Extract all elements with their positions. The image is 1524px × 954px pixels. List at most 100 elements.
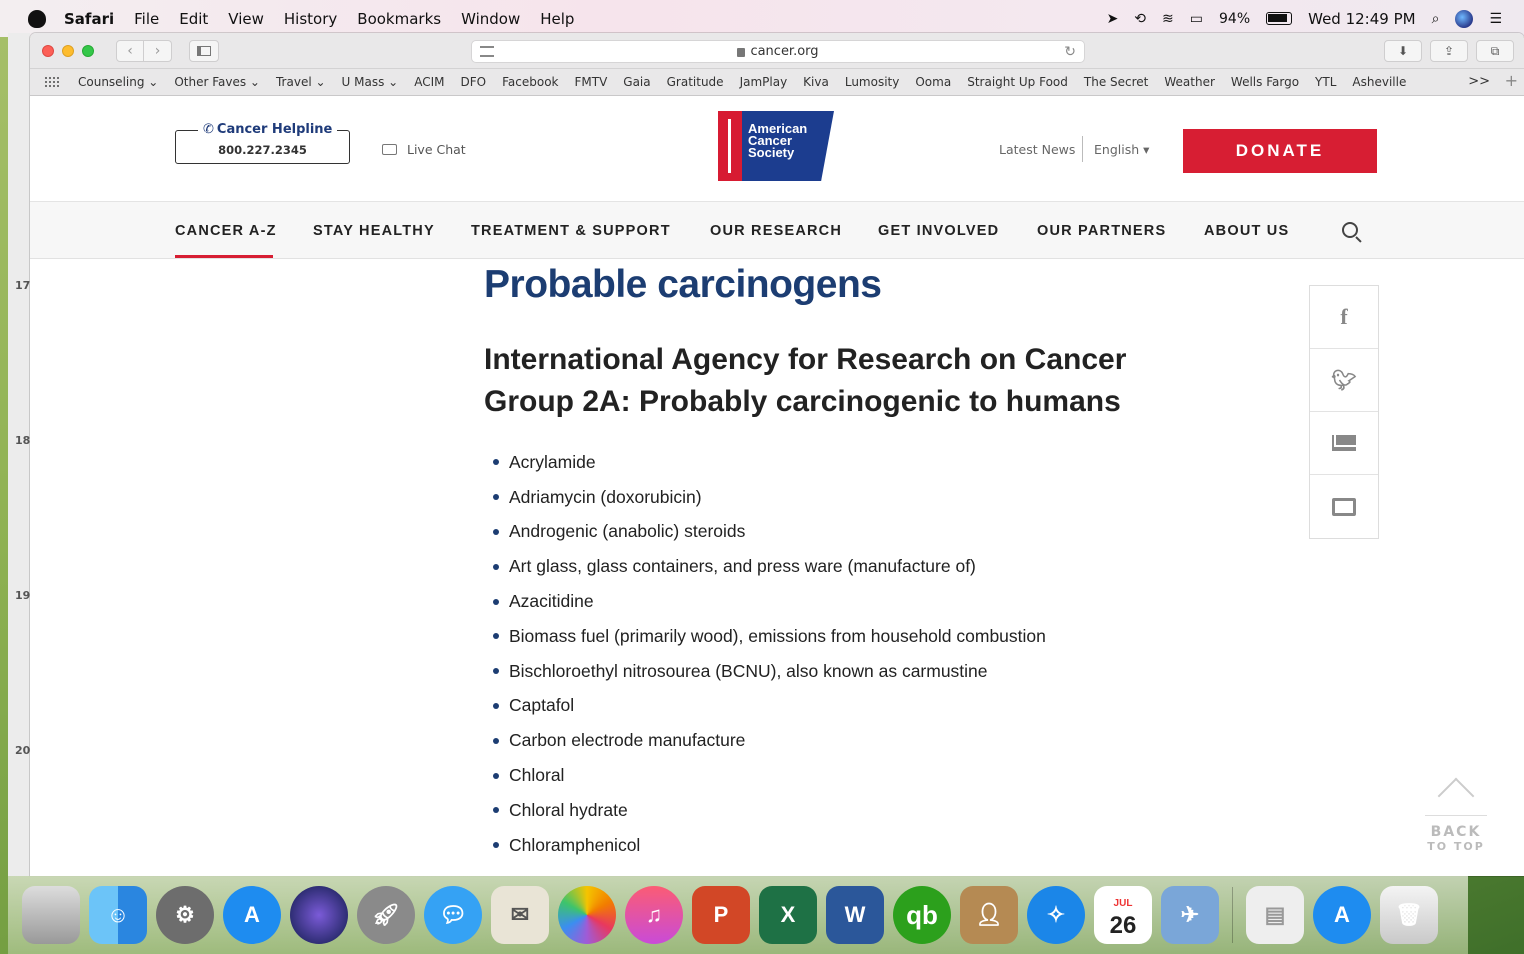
share-button[interactable]: ⇪: [1430, 40, 1468, 62]
live-chat-link[interactable]: Live Chat: [382, 142, 466, 157]
app-store-downloads-icon[interactable]: A: [1313, 886, 1371, 944]
nav-cancer-a-z[interactable]: CANCER A-Z: [175, 223, 277, 239]
mail-icon[interactable]: ✈: [1161, 886, 1219, 944]
favorite-item[interactable]: Counseling ⌄: [78, 75, 158, 89]
menu-file[interactable]: File: [134, 10, 159, 28]
favorite-item[interactable]: U Mass ⌄: [342, 75, 399, 89]
reader-view-icon[interactable]: [480, 46, 494, 57]
minimize-window-button[interactable]: [62, 44, 74, 57]
zoom-window-button[interactable]: [82, 44, 94, 57]
nav-our-research[interactable]: OUR RESEARCH: [710, 223, 842, 239]
favorite-item[interactable]: Weather: [1164, 75, 1215, 89]
url-text: cancer.org: [750, 44, 819, 59]
favorite-item[interactable]: Travel ⌄: [276, 75, 326, 89]
favorite-item[interactable]: Kiva: [803, 75, 829, 89]
facebook-share-button[interactable]: f: [1310, 286, 1378, 349]
favorites-overflow-button[interactable]: >>: [1468, 74, 1490, 89]
favorite-item[interactable]: JamPlay: [740, 75, 788, 89]
nav-treatment-support[interactable]: TREATMENT & SUPPORT: [471, 223, 671, 239]
downloads-button[interactable]: ⬇: [1384, 40, 1422, 62]
favorite-item[interactable]: Asheville: [1352, 75, 1406, 89]
contacts-icon[interactable]: 👤︎: [960, 886, 1018, 944]
calendar-icon[interactable]: JUL 26: [1094, 886, 1152, 944]
menu-clock[interactable]: Wed 12:49 PM: [1308, 10, 1415, 28]
quickbooks-icon[interactable]: qb: [893, 886, 951, 944]
document-stack-icon[interactable]: [22, 886, 80, 944]
sidebar-icon: [197, 45, 211, 56]
favorite-item[interactable]: ACIM: [414, 75, 444, 89]
battery-percent[interactable]: 94%: [1219, 11, 1250, 27]
spotlight-search-icon[interactable]: ⌕: [1432, 11, 1440, 27]
favorite-item[interactable]: Wells Fargo: [1231, 75, 1299, 89]
sidebar-toggle-button[interactable]: [189, 39, 219, 62]
nav-stay-healthy[interactable]: STAY HEALTHY: [313, 223, 435, 239]
apple-menu-icon[interactable]: [28, 9, 46, 28]
list-item-text: Carbon electrode manufacture: [509, 730, 746, 751]
document-icon[interactable]: ▤: [1246, 886, 1304, 944]
notification-center-icon[interactable]: ☰: [1489, 11, 1502, 27]
favorite-item[interactable]: FMTV: [574, 75, 607, 89]
favorite-item[interactable]: YTL: [1315, 75, 1336, 89]
siri-app-icon[interactable]: [290, 886, 348, 944]
search-icon[interactable]: [1342, 222, 1358, 238]
preview-icon[interactable]: ✉: [491, 886, 549, 944]
page-content: Probable carcinogens International Agenc…: [30, 259, 1524, 876]
favorite-item[interactable]: Lumosity: [845, 75, 900, 89]
cancer-helpline[interactable]: ✆ Cancer Helpline 800.227.2345: [175, 122, 350, 164]
email-share-button[interactable]: [1310, 412, 1378, 475]
launchpad-icon[interactable]: 🚀︎: [357, 886, 415, 944]
nav-our-partners[interactable]: OUR PARTNERS: [1037, 223, 1166, 239]
back-to-top-button[interactable]: BACK TO TOP: [1425, 771, 1487, 853]
favorite-item[interactable]: Gaia: [623, 75, 650, 89]
list-item: Azacitidine: [493, 584, 1046, 619]
forward-button[interactable]: ›: [144, 39, 172, 62]
reload-icon[interactable]: ↻: [1064, 44, 1076, 60]
menu-history[interactable]: History: [284, 10, 337, 28]
menu-edit[interactable]: Edit: [179, 10, 208, 28]
photos-icon[interactable]: [558, 886, 616, 944]
powerpoint-icon[interactable]: P: [692, 886, 750, 944]
app-store-icon[interactable]: A: [223, 886, 281, 944]
wifi-icon[interactable]: ≋: [1162, 11, 1174, 27]
menu-view[interactable]: View: [228, 10, 264, 28]
system-preferences-icon[interactable]: ⚙: [156, 886, 214, 944]
safari-dock-icon[interactable]: ✧: [1027, 886, 1085, 944]
nav-about-us[interactable]: ABOUT US: [1204, 223, 1289, 239]
favorite-item[interactable]: Ooma: [915, 75, 951, 89]
trash-icon[interactable]: 🗑︎: [1380, 886, 1438, 944]
donate-button[interactable]: DONATE: [1183, 129, 1377, 173]
latest-news-link[interactable]: Latest News: [999, 142, 1075, 157]
favorite-item[interactable]: DFO: [461, 75, 487, 89]
close-window-button[interactable]: [42, 44, 54, 57]
menu-bookmarks[interactable]: Bookmarks: [357, 10, 441, 28]
language-select[interactable]: English ▾: [1094, 142, 1149, 157]
favorite-item[interactable]: The Secret: [1084, 75, 1149, 89]
nav-get-involved[interactable]: GET INVOLVED: [878, 223, 999, 239]
address-bar[interactable]: cancer.org ↻: [471, 40, 1085, 63]
airplay-icon[interactable]: ▭: [1190, 11, 1203, 27]
new-tab-plus-icon[interactable]: +: [1505, 71, 1518, 90]
siri-icon[interactable]: [1455, 9, 1474, 28]
menu-help[interactable]: Help: [540, 10, 574, 28]
print-button[interactable]: [1310, 475, 1378, 538]
favorite-item[interactable]: Other Faves ⌄: [174, 75, 260, 89]
menu-window[interactable]: Window: [461, 10, 520, 28]
favorites-bar: Counseling ⌄ Other Faves ⌄ Travel ⌄ U Ma…: [30, 69, 1524, 96]
time-machine-icon[interactable]: ⟲: [1134, 11, 1146, 27]
favorite-item[interactable]: Gratitude: [667, 75, 724, 89]
itunes-icon[interactable]: ♫: [625, 886, 683, 944]
acs-logo[interactable]: American Cancer Society: [718, 111, 834, 181]
excel-icon[interactable]: X: [759, 886, 817, 944]
main-navigation: CANCER A-Z STAY HEALTHY TREATMENT & SUPP…: [30, 202, 1524, 259]
word-icon[interactable]: W: [826, 886, 884, 944]
grid-icon[interactable]: [44, 76, 60, 88]
finder-icon[interactable]: ☺: [89, 886, 147, 944]
battery-icon[interactable]: [1266, 12, 1293, 25]
twitter-share-button[interactable]: 🐦︎: [1310, 349, 1378, 412]
messages-icon[interactable]: 💬︎: [424, 886, 482, 944]
menu-app-name[interactable]: Safari: [64, 10, 114, 28]
favorite-item[interactable]: Facebook: [502, 75, 558, 89]
favorite-item[interactable]: Straight Up Food: [967, 75, 1068, 89]
tabs-overview-button[interactable]: ⧉: [1476, 40, 1514, 62]
back-button[interactable]: ‹: [116, 39, 144, 62]
